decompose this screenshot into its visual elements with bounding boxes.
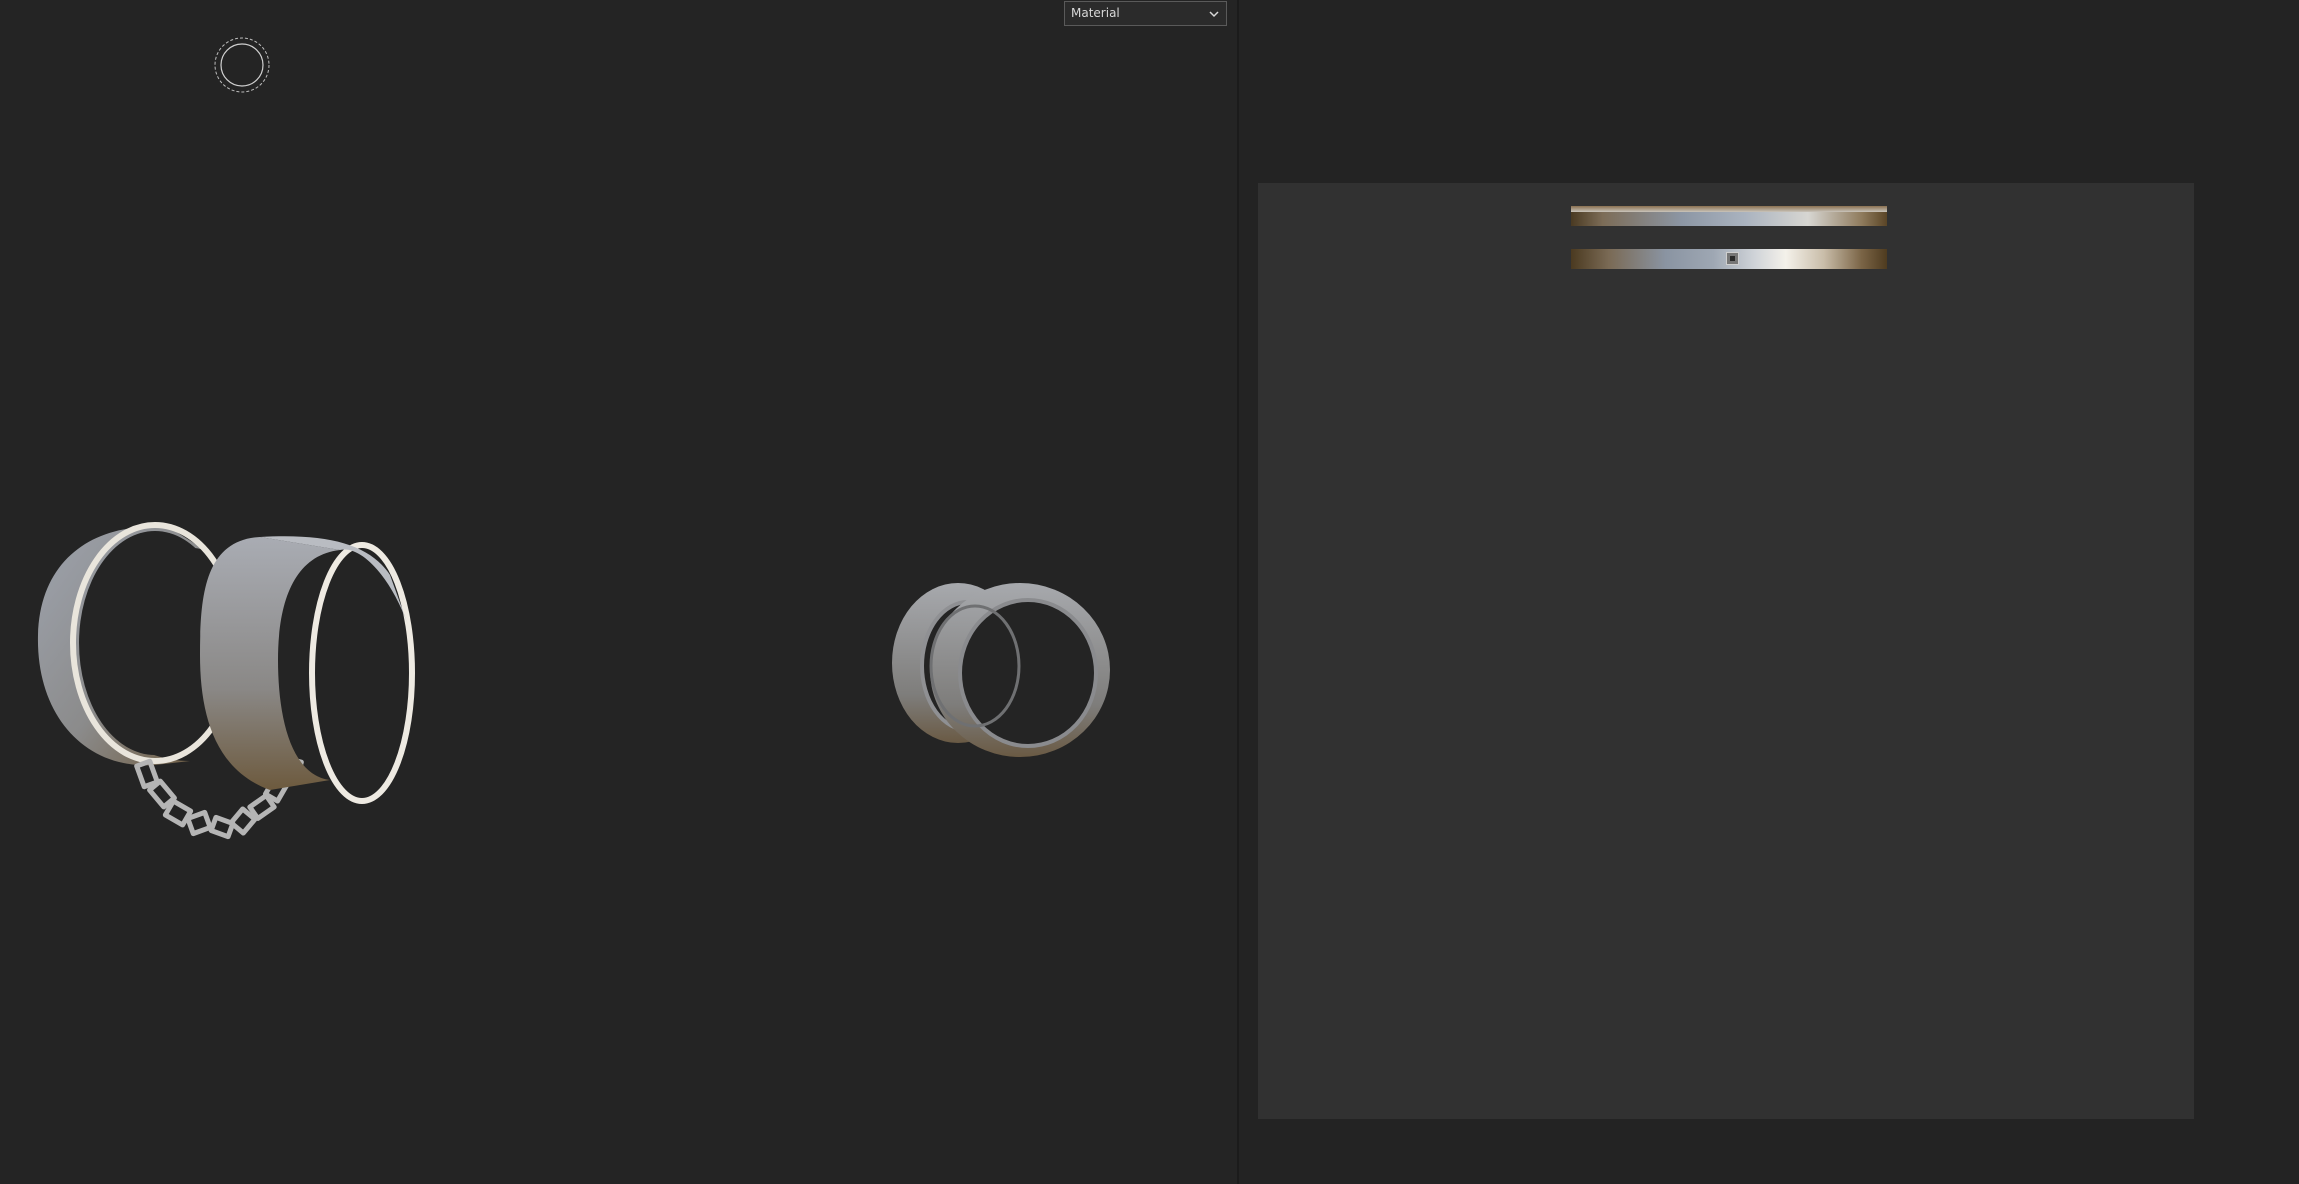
shackles-model[interactable] (30, 515, 420, 865)
shading-mode-label: Material (1071, 6, 1120, 20)
orbit-gizmo-icon[interactable] (213, 36, 271, 94)
shading-mode-dropdown[interactable]: Material (1064, 1, 1227, 26)
uv-island-top[interactable] (1571, 206, 1887, 226)
uv-island-bottom[interactable] (1571, 249, 1887, 269)
chevron-down-icon (1209, 11, 1219, 18)
uv-canvas[interactable] (1258, 183, 2194, 1119)
rings-model[interactable] (880, 578, 1120, 763)
uv-editor-panel[interactable] (1239, 0, 2299, 1184)
app-window: Material (0, 0, 2299, 1184)
3d-viewport[interactable]: Material (0, 0, 1237, 1184)
uv-selection-handle[interactable] (1726, 252, 1739, 265)
